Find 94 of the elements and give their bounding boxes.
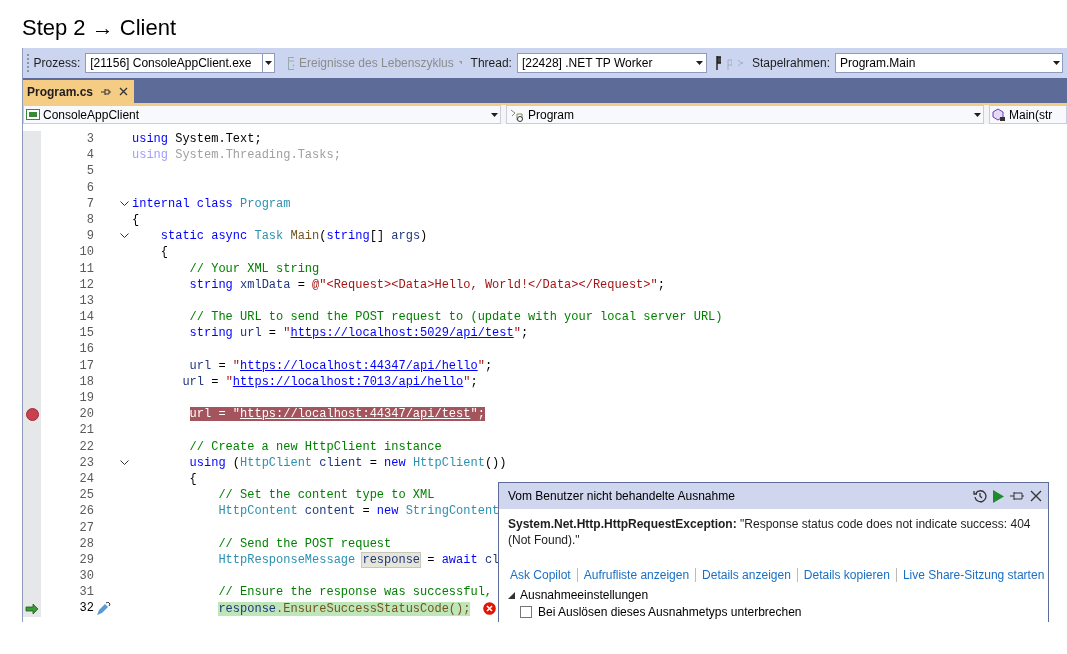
line-number: 12 xyxy=(79,276,94,293)
code-line: using System.Threading.Tasks; xyxy=(132,147,341,164)
code-line: { xyxy=(188,471,197,488)
caret-icon xyxy=(490,112,498,117)
member-dropdown[interactable]: Main(str xyxy=(989,105,1067,124)
code-line: url = "https://localhost:44347/api/hello"; xyxy=(188,357,493,374)
line-number: 17 xyxy=(79,357,94,374)
code-line: // Your XML string xyxy=(188,260,320,277)
exception-action-link[interactable]: Details kopieren xyxy=(796,568,896,582)
page-heading: Step 2 → Client xyxy=(21,14,178,42)
caret-icon xyxy=(458,61,462,65)
line-number: 29 xyxy=(79,551,94,569)
code-line: // Set the content type to XML xyxy=(217,487,435,504)
process-dropdown[interactable]: [21156] ConsoleAppClient.exe xyxy=(85,53,276,73)
expand-triangle-icon[interactable] xyxy=(508,591,515,599)
method-icon xyxy=(992,107,1006,122)
pin-icon[interactable] xyxy=(1010,491,1024,501)
line-number: 11 xyxy=(79,260,94,277)
fold-chevron-icon[interactable] xyxy=(119,200,129,207)
file-tab[interactable]: Program.cs xyxy=(23,80,135,103)
fold-chevron-icon[interactable] xyxy=(119,459,129,466)
caret-icon xyxy=(265,61,273,65)
code-line: HttpResponseMessage response = await cl xyxy=(217,551,500,568)
line-number: 27 xyxy=(79,519,94,536)
code-line: { xyxy=(132,212,140,229)
pin-icon[interactable] xyxy=(101,87,112,96)
checkbox[interactable] xyxy=(520,606,532,618)
threads-icon[interactable] xyxy=(736,58,743,68)
line-number: 16 xyxy=(79,341,94,358)
line-number: 8 xyxy=(86,211,94,229)
code-line: string xmlData = @"<Request><Data>Hello, World!</Data></Request>"; xyxy=(188,276,665,293)
code-line: using (HttpClient client = new HttpClient()) xyxy=(188,454,507,471)
line-number: 32 xyxy=(79,600,94,617)
thread-dropdown[interactable]: [22428] .NET TP Worker xyxy=(516,53,707,73)
line-number: 10 xyxy=(79,244,94,261)
code-line: // The URL to send the POST request to (update with your local server URL) xyxy=(188,309,723,326)
line-number: 25 xyxy=(79,487,94,504)
class-icon xyxy=(509,107,525,122)
line-number: 5 xyxy=(86,163,94,180)
line-number: 4 xyxy=(86,147,94,164)
close-icon[interactable] xyxy=(119,87,129,96)
line-number: 28 xyxy=(79,535,94,552)
stack-frame-dropdown[interactable]: Program.Main xyxy=(835,53,1063,73)
line-number: 18 xyxy=(79,373,94,390)
code-line: url = "https://localhost:7013/api/hello"; xyxy=(181,373,478,390)
checkbox-label: Bei Auslösen dieses Ausnahmetyps unterbrechen xyxy=(538,605,802,619)
history-icon[interactable] xyxy=(973,489,987,503)
exception-settings-header[interactable]: Ausnahmeeinstellungen xyxy=(520,588,649,602)
code-line: // Create a new HttpClient instance xyxy=(188,438,442,455)
line-number: 23 xyxy=(79,454,94,471)
code-line: static async Task Main(string[] args) xyxy=(159,228,428,245)
line-number: 14 xyxy=(79,309,94,326)
project-dropdown[interactable]: ConsoleAppClient xyxy=(23,105,501,124)
code-line: HttpContent content = new StringContent xyxy=(217,503,500,520)
line-number: 21 xyxy=(79,422,94,439)
line-number: 20 xyxy=(79,406,94,423)
caret-icon xyxy=(696,61,704,65)
stack-frame-label: Stapelrahmen: xyxy=(751,56,830,70)
line-number: 24 xyxy=(79,470,94,488)
line-number: 22 xyxy=(79,438,94,455)
code-line: string url = "https://localhost:5029/api/test"; xyxy=(188,325,529,342)
line-number: 13 xyxy=(79,292,94,310)
line-number: 6 xyxy=(86,179,94,196)
edit-pen-icon[interactable] xyxy=(95,601,111,616)
caret-icon xyxy=(1052,61,1060,65)
line-number: 19 xyxy=(79,390,94,407)
fold-chevron-icon[interactable] xyxy=(119,233,129,240)
code-line: internal class Program xyxy=(132,195,291,212)
exception-message: System.Net.Http.HttpRequestException: "Response status code does not indicate success: 404 (Not Found)." xyxy=(508,516,1032,548)
line-number: 7 xyxy=(86,195,94,212)
caret-icon xyxy=(973,112,981,117)
lifecycle-icon xyxy=(288,56,294,70)
line-number: 9 xyxy=(86,228,94,245)
flag-icon[interactable] xyxy=(715,56,722,70)
line-number: 30 xyxy=(79,568,94,585)
csharp-project-icon xyxy=(26,109,40,120)
exception-action-link[interactable]: Aufrufliste anzeigen xyxy=(576,568,696,582)
popup-title: Vom Benutzer nicht behandelte Ausnahme xyxy=(508,489,736,503)
thread-label: Thread: xyxy=(470,56,512,70)
type-dropdown[interactable]: Program xyxy=(506,105,984,124)
exception-action-link[interactable]: Live Share-Sitzung starten xyxy=(895,568,1051,582)
play-icon[interactable] xyxy=(993,489,1004,503)
code-line: using System.Text; xyxy=(132,131,262,148)
line-number: 26 xyxy=(79,503,94,520)
code-line: // Ensure the response was successful, xyxy=(217,584,493,601)
code-line: // Send the POST request xyxy=(217,535,392,552)
exception-action-link[interactable]: Ask Copilot xyxy=(508,568,577,582)
close-icon[interactable] xyxy=(1030,490,1042,502)
line-number: 31 xyxy=(79,584,94,601)
line-number: 15 xyxy=(79,325,94,342)
process-label: Prozess: xyxy=(33,56,81,70)
code-line: { xyxy=(159,244,168,261)
exception-action-link[interactable]: Details anzeigen xyxy=(695,568,797,582)
line-number: 3 xyxy=(86,131,94,148)
